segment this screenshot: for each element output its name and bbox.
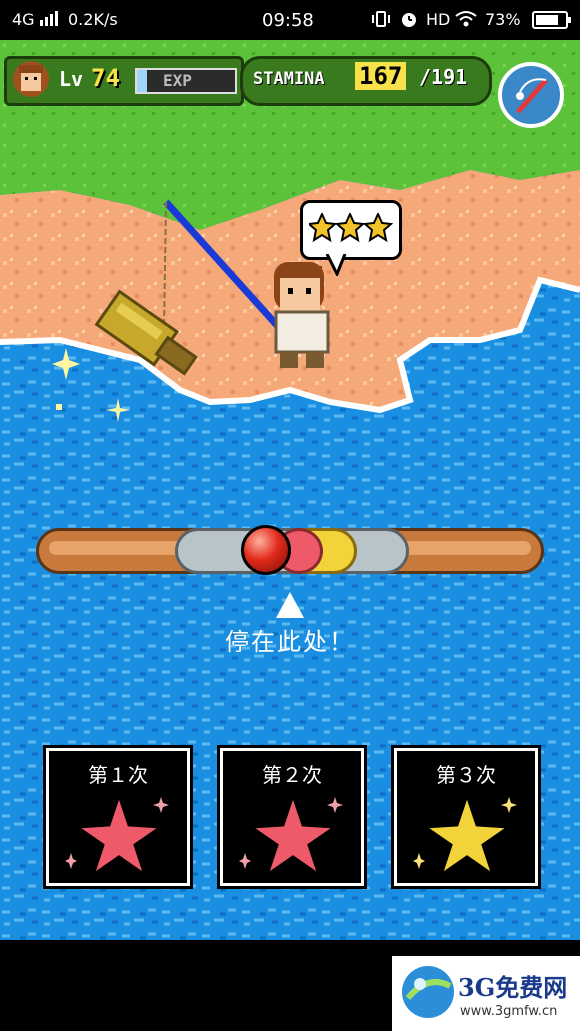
fishing-rod-button[interactable]	[498, 62, 564, 128]
watermark-logo	[402, 966, 454, 1018]
stamina-panel: STAMINA 167 /191	[240, 56, 492, 106]
game-scene[interactable]: Lv 74 EXP STAMINA 167 /191 停在此处！ 第１次 第２次…	[0, 40, 580, 940]
alarm-icon	[400, 10, 418, 32]
player-avatar	[9, 57, 53, 101]
hd-indicator: HD	[426, 10, 451, 29]
attempt-star-icon	[413, 790, 517, 877]
level-value: 74	[91, 64, 120, 92]
level-panel: Lv 74 EXP	[4, 56, 244, 106]
timing-meter[interactable]	[36, 525, 544, 575]
watermark: 3G免费网 www.3gmfw.cn	[392, 956, 580, 1031]
meter-marker	[241, 525, 292, 575]
level-prefix: Lv	[59, 67, 84, 91]
attempt-label: 第１次	[88, 763, 148, 787]
exp-label: EXP	[163, 71, 192, 90]
watermark-title: 3G免费网	[458, 973, 568, 1002]
exp-bar: EXP	[135, 68, 237, 94]
network-speed: 0.2K/s	[68, 10, 118, 29]
clock: 09:58	[262, 10, 314, 31]
status-bar: 4G 0.2K/s 09:58 HD 73%	[0, 0, 580, 40]
battery-icon	[532, 11, 572, 33]
sparkle-effects	[52, 348, 130, 422]
stamina-max: /191	[419, 65, 468, 89]
stop-prompt: 停在此处！	[225, 628, 355, 656]
exp-bar-fill	[137, 70, 147, 92]
vibrate-icon	[372, 10, 390, 32]
network-type: 4G	[12, 10, 35, 29]
fishing-rod-icon	[516, 78, 548, 114]
battery-percent: 73%	[485, 10, 521, 29]
attempt-card-3: 第３次	[394, 748, 538, 886]
attempt-label: 第２次	[262, 763, 322, 787]
stamina-current: 167	[355, 62, 407, 90]
wifi-icon	[455, 10, 477, 32]
stamina-label: STAMINA	[253, 69, 325, 89]
watermark-url: www.3gmfw.cn	[460, 1004, 558, 1019]
attempt-card-2: 第２次	[220, 748, 364, 886]
player-character	[274, 262, 330, 368]
attempt-card-1: 第１次	[46, 748, 190, 886]
attempt-star-icon	[239, 790, 343, 877]
pointer-arrow-icon	[276, 592, 304, 618]
attempt-label: 第３次	[436, 763, 496, 787]
attempt-star-icon	[65, 790, 169, 877]
signal-icon	[40, 10, 60, 30]
